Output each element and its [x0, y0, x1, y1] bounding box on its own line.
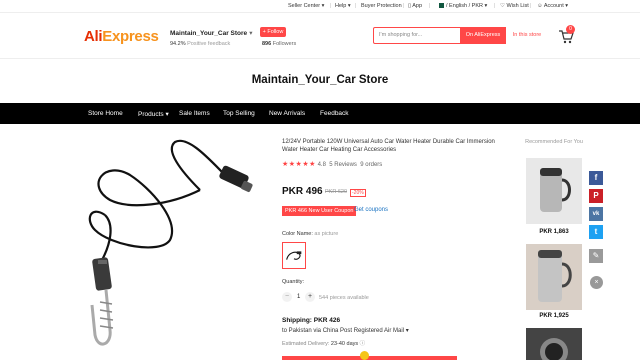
feedback-value: 94.2%: [170, 41, 186, 47]
logo-express-text: Express: [102, 28, 159, 45]
recommended-item-3-image[interactable]: [526, 328, 582, 360]
search-input[interactable]: I'm shopping for...: [379, 32, 422, 38]
account-label: Account: [543, 3, 564, 9]
product-main-image[interactable]: [70, 130, 270, 360]
original-price: PKR 620: [325, 189, 348, 195]
delivery-label: Estimated Delivery:: [282, 341, 330, 347]
shipping-destination[interactable]: to Pakistan via China Post Registered Ai…: [282, 327, 409, 334]
delivery-value: 23-40 days: [330, 341, 359, 347]
vk-share-icon[interactable]: vk: [589, 207, 603, 221]
app-link[interactable]: ▯ App: [408, 3, 422, 9]
reviews-link[interactable]: 5 Reviews: [329, 162, 357, 168]
top-utility-bar: Seller Center ▾ | Help ▾ | Buyer Protect…: [0, 0, 640, 13]
recommended-item-1-image[interactable]: [526, 158, 582, 224]
quantity-increase-button[interactable]: +: [305, 292, 315, 302]
close-icon[interactable]: ×: [590, 276, 603, 289]
store-name-link[interactable]: Maintain_Your_Car Store ▾: [170, 29, 252, 37]
shipping-cost: Shipping: PKR 426: [282, 317, 341, 324]
seller-center-link[interactable]: Seller Center ▾: [288, 3, 324, 9]
store-nav: Store Home Products ▾ Sale Items Top Sel…: [0, 103, 640, 124]
user-icon: ☺: [537, 3, 543, 9]
info-icon: ⓘ: [359, 341, 366, 347]
store-name-label: Maintain_Your_Car Store: [170, 30, 248, 37]
pinterest-share-icon[interactable]: P: [589, 189, 603, 203]
wish-list-label: Wish List: [506, 3, 529, 9]
mouse-cursor-highlight: [360, 351, 369, 360]
new-user-coupon-badge[interactable]: PKR 466 New User Coupon: [282, 206, 357, 216]
followers-value: 896: [262, 41, 272, 47]
phone-icon: ▯: [408, 3, 412, 9]
divider: |: [494, 3, 496, 9]
edit-icon[interactable]: ✎: [589, 249, 603, 263]
aliexpress-logo[interactable]: AliExpress: [84, 28, 159, 45]
pakistan-flag-icon: [437, 3, 444, 8]
search-bar: I'm shopping for... On AliExpress In thi…: [373, 27, 548, 44]
nav-top-selling[interactable]: Top Selling: [223, 110, 255, 117]
heart-icon: ♡: [500, 3, 505, 9]
search-aliexpress-button[interactable]: On AliExpress: [460, 27, 506, 44]
divider: |: [530, 3, 532, 9]
nav-sale-items[interactable]: Sale Items: [179, 110, 210, 117]
pieces-available: 544 pieces available: [319, 295, 369, 301]
color-label-text: Color Name:: [282, 231, 313, 237]
twitter-share-icon[interactable]: t: [589, 225, 603, 239]
follow-button[interactable]: + Follow: [260, 27, 286, 37]
nav-new-arrivals[interactable]: New Arrivals: [269, 110, 305, 117]
divider: |: [403, 3, 405, 9]
nav-store-home[interactable]: Store Home: [88, 110, 123, 117]
seller-center-label: Seller Center: [288, 3, 321, 9]
product-title: 12/24V Portable 120W Universal Auto Car …: [282, 139, 495, 153]
account-link[interactable]: ☺ Account ▾: [537, 3, 568, 9]
quantity-input[interactable]: 1: [297, 294, 300, 300]
get-coupons-link[interactable]: Get coupons: [354, 207, 388, 213]
facebook-share-icon[interactable]: f: [589, 171, 603, 185]
help-link[interactable]: Help ▾: [335, 3, 351, 9]
estimated-delivery: Estimated Delivery: 23-40 days ⓘ: [282, 339, 365, 347]
shipping-destination-label: to Pakistan via China Post Registered Ai…: [282, 328, 405, 334]
divider: |: [355, 3, 357, 9]
chevron-down-icon: ▾: [165, 111, 169, 118]
nav-feedback[interactable]: Feedback: [320, 110, 349, 117]
search-store-button[interactable]: In this store: [506, 27, 548, 44]
buy-now-button[interactable]: [282, 356, 457, 360]
star-rating-icon: ★★★★★: [282, 161, 316, 168]
recommended-item-2-image[interactable]: [526, 244, 582, 310]
rating-value: 4.8: [317, 162, 326, 168]
site-header: AliExpress Maintain_Your_Car Store ▾ 94.2…: [0, 14, 640, 59]
chevron-down-icon: ▾: [249, 30, 253, 37]
current-price: PKR 496: [282, 186, 323, 197]
quantity-label: Quantity:: [282, 279, 305, 285]
recommended-item-1-price: PKR 1,863: [539, 229, 569, 235]
divider: |: [429, 3, 431, 9]
app-label: App: [412, 3, 423, 9]
followers-count: 896 Followers: [262, 41, 296, 47]
buyer-protection-link[interactable]: Buyer Protection: [361, 3, 402, 9]
quantity-decrease-button[interactable]: −: [282, 292, 292, 302]
wish-list-link[interactable]: ♡ Wish List: [500, 3, 529, 9]
language-currency-selector[interactable]: / English / PKR ▾: [437, 3, 487, 9]
recommended-item-2-price: PKR 1,925: [539, 313, 569, 319]
color-value: as picture: [314, 231, 339, 237]
chevron-down-icon: ▾: [405, 328, 409, 334]
product-rating: ★★★★★ 4.8 5 Reviews 9 orders: [282, 160, 382, 168]
color-swatch-as-picture[interactable]: [282, 242, 306, 269]
positive-feedback: 94.2% Positive feedback: [170, 41, 230, 47]
feedback-label: Positive feedback: [187, 41, 231, 47]
nav-products[interactable]: Products ▾: [138, 110, 169, 118]
help-label: Help: [335, 3, 347, 9]
followers-label: Followers: [272, 41, 297, 47]
cart-count-badge: 0: [566, 25, 575, 34]
orders-count: 9 orders: [360, 162, 383, 168]
store-banner-title: Maintain_Your_Car Store: [251, 74, 389, 86]
logo-ali-text: Ali: [84, 28, 103, 45]
nav-products-label: Products: [138, 111, 164, 118]
divider: |: [330, 3, 332, 9]
recommended-heading: Recommended For You: [525, 139, 583, 145]
discount-badge: -20%: [350, 189, 366, 197]
color-label: Color Name: as picture: [282, 231, 338, 237]
language-currency-label: / English / PKR: [446, 3, 483, 9]
